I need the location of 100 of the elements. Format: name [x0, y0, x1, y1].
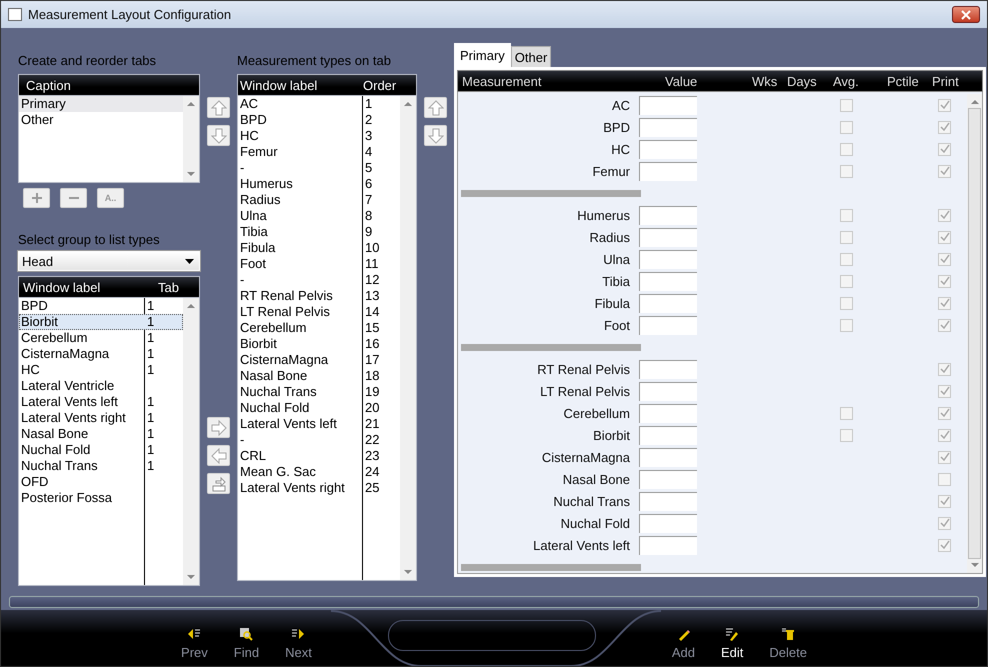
type-list-row[interactable]: BPD 1: [19, 298, 183, 314]
value-field[interactable]: [639, 250, 697, 268]
tab-type-row[interactable]: Ulna 8: [238, 208, 400, 224]
type-list-row[interactable]: Cerebellum 1: [19, 330, 183, 346]
avg-checkbox[interactable]: [840, 296, 853, 310]
tab-type-row[interactable]: Mean G. Sac 24: [238, 464, 400, 480]
avg-checkbox[interactable]: [840, 142, 853, 156]
tab-type-row[interactable]: BPD 2: [238, 112, 400, 128]
scrollbar[interactable]: [400, 96, 416, 580]
tab-type-row[interactable]: Foot 11: [238, 256, 400, 272]
tab-type-row[interactable]: CisternaMagna 17: [238, 352, 400, 368]
value-field[interactable]: [639, 448, 697, 466]
avg-checkbox[interactable]: [840, 230, 853, 244]
avg-checkbox[interactable]: [840, 428, 853, 442]
value-field[interactable]: [639, 382, 697, 400]
move-down-button[interactable]: [207, 125, 230, 146]
type-list-row[interactable]: Nasal Bone 1: [19, 426, 183, 442]
preview-tab[interactable]: Other: [510, 46, 552, 67]
tab-type-row[interactable]: LT Renal Pelvis 14: [238, 304, 400, 320]
avg-checkbox[interactable]: [840, 164, 853, 178]
print-checkbox[interactable]: [938, 428, 951, 442]
print-checkbox[interactable]: [938, 318, 951, 332]
tab-type-row[interactable]: Humerus 6: [238, 176, 400, 192]
value-field[interactable]: [639, 118, 697, 136]
type-list-row[interactable]: Biorbit 1: [19, 314, 183, 330]
avg-checkbox[interactable]: [840, 406, 853, 420]
tab-type-row[interactable]: Radius 7: [238, 192, 400, 208]
type-list-row[interactable]: Nuchal Fold 1: [19, 442, 183, 458]
type-list-row[interactable]: Lateral Ventricle: [19, 378, 183, 394]
print-checkbox[interactable]: [938, 208, 951, 222]
print-checkbox[interactable]: [938, 296, 951, 310]
type-list-row[interactable]: Posterior Fossa: [19, 490, 183, 506]
tab-type-row[interactable]: AC 1: [238, 96, 400, 112]
scrollbar[interactable]: [183, 96, 199, 182]
tab-type-row[interactable]: Femur 4: [238, 144, 400, 160]
print-checkbox[interactable]: [938, 362, 951, 376]
print-checkbox[interactable]: [938, 406, 951, 420]
tab-type-row[interactable]: Nuchal Trans 19: [238, 384, 400, 400]
print-checkbox[interactable]: [938, 230, 951, 244]
print-checkbox[interactable]: [938, 120, 951, 134]
type-list-row[interactable]: OFD: [19, 474, 183, 490]
print-checkbox[interactable]: [938, 494, 951, 508]
type-list-row[interactable]: CisternaMagna 1: [19, 346, 183, 362]
move-down-button[interactable]: [424, 125, 447, 146]
scrollbar[interactable]: [967, 94, 982, 573]
value-field[interactable]: [639, 162, 697, 180]
tab-list-item[interactable]: Primary: [19, 96, 183, 112]
insert-separator-button[interactable]: [207, 473, 230, 494]
avg-checkbox[interactable]: [840, 318, 853, 332]
remove-from-tab-button[interactable]: [207, 445, 230, 466]
tab-type-row[interactable]: Cerebellum 15: [238, 320, 400, 336]
avg-checkbox[interactable]: [840, 274, 853, 288]
print-checkbox[interactable]: [938, 252, 951, 266]
print-checkbox[interactable]: [938, 472, 951, 486]
value-field[interactable]: [639, 492, 697, 510]
value-field[interactable]: [639, 272, 697, 290]
value-field[interactable]: [639, 140, 697, 158]
preview-tab[interactable]: Primary: [454, 43, 511, 67]
print-checkbox[interactable]: [938, 274, 951, 288]
tab-type-row[interactable]: - 22: [238, 432, 400, 448]
print-checkbox[interactable]: [938, 142, 951, 156]
add-button[interactable]: [23, 188, 50, 208]
tab-type-row[interactable]: CRL 23: [238, 448, 400, 464]
value-field[interactable]: [639, 536, 697, 554]
avg-checkbox[interactable]: [840, 208, 853, 222]
close-button[interactable]: [952, 6, 980, 23]
avg-checkbox[interactable]: [840, 98, 853, 112]
tab-type-row[interactable]: RT Renal Pelvis 13: [238, 288, 400, 304]
value-field[interactable]: [639, 360, 697, 378]
tab-type-row[interactable]: - 12: [238, 272, 400, 288]
value-field[interactable]: [639, 426, 697, 444]
value-field[interactable]: [639, 294, 697, 312]
print-checkbox[interactable]: [938, 516, 951, 530]
value-field[interactable]: [639, 316, 697, 334]
value-field[interactable]: [639, 206, 697, 224]
group-dropdown[interactable]: Head: [18, 251, 200, 271]
print-checkbox[interactable]: [938, 384, 951, 398]
move-up-button[interactable]: [424, 97, 447, 118]
print-checkbox[interactable]: [938, 450, 951, 464]
scrollbar[interactable]: [183, 298, 199, 585]
value-field[interactable]: [639, 96, 697, 114]
remove-button[interactable]: [60, 188, 87, 208]
avg-checkbox[interactable]: [840, 120, 853, 134]
avg-checkbox[interactable]: [840, 252, 853, 266]
value-field[interactable]: [639, 470, 697, 488]
move-up-button[interactable]: [207, 97, 230, 118]
value-field[interactable]: [639, 228, 697, 246]
print-checkbox[interactable]: [938, 164, 951, 178]
print-checkbox[interactable]: [938, 538, 951, 552]
tab-type-row[interactable]: Nasal Bone 18: [238, 368, 400, 384]
tab-type-row[interactable]: Tibia 9: [238, 224, 400, 240]
tab-list-item[interactable]: Other: [19, 112, 183, 128]
tab-type-row[interactable]: Biorbit 16: [238, 336, 400, 352]
tab-type-row[interactable]: Fibula 10: [238, 240, 400, 256]
value-field[interactable]: [639, 404, 697, 422]
tab-type-row[interactable]: Lateral Vents left 21: [238, 416, 400, 432]
print-checkbox[interactable]: [938, 98, 951, 112]
tab-type-row[interactable]: HC 3: [238, 128, 400, 144]
type-list-row[interactable]: Nuchal Trans 1: [19, 458, 183, 474]
value-field[interactable]: [639, 514, 697, 532]
